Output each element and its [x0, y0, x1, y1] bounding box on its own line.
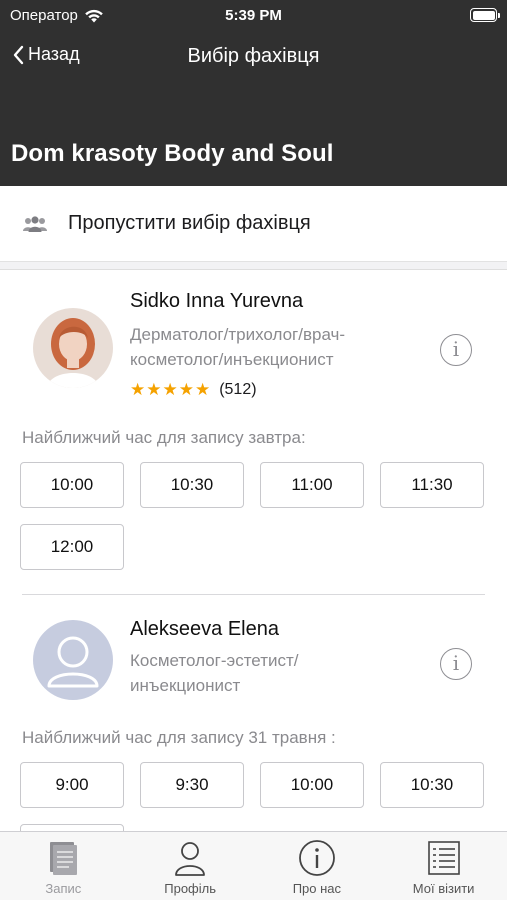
star-rating: ★★★★★ — [130, 380, 212, 399]
review-count: (512) — [219, 381, 257, 398]
specialist-role-line: Дерматолог/трихолог/врач- — [130, 325, 346, 344]
group-icon — [23, 215, 47, 232]
specialist-name[interactable]: Alekseeva Elena — [130, 618, 279, 641]
status-bar: Оператор 5:39 PM — [0, 0, 507, 32]
divider — [22, 594, 485, 595]
book-icon — [50, 842, 78, 875]
time-slot-button[interactable]: 11:00 — [260, 462, 364, 508]
info-icon[interactable]: i — [440, 334, 472, 366]
time-slot-button[interactable]: 12:00 — [20, 524, 124, 570]
tab-booking[interactable]: Запис — [0, 832, 127, 900]
avatar[interactable] — [33, 620, 113, 700]
time-slot-button[interactable]: 9:00 — [20, 762, 124, 808]
tab-label: Профіль — [164, 881, 216, 896]
list-icon — [427, 841, 460, 875]
specialist-role-line: косметолог/инъекционист — [130, 350, 334, 369]
tab-label: Про нас — [292, 881, 342, 896]
status-time: 5:39 PM — [225, 7, 282, 24]
skip-specialist-row[interactable]: Пропустити вибір фахівця — [0, 186, 507, 262]
specialist-role: Дерматолог/трихолог/врач- косметолог/инъ… — [130, 322, 420, 372]
time-slot-button[interactable]: 10:00 — [20, 462, 124, 508]
specialist-role-line: Косметолог-эстетист/ — [130, 651, 299, 670]
person-icon — [175, 842, 206, 876]
section-separator — [0, 262, 507, 270]
page-title: Вибір фахівця — [187, 45, 320, 67]
battery-icon — [470, 8, 500, 22]
avatar-photo — [33, 308, 113, 388]
rating: ★★★★★ (512) — [130, 380, 257, 400]
time-slot-button[interactable]: 11:30 — [380, 462, 484, 508]
info-icon — [298, 840, 335, 876]
specialist-role-line: инъекционист — [130, 676, 241, 695]
time-slot-button[interactable]: 10:00 — [260, 762, 364, 808]
time-slot-button[interactable]: 10:30 — [140, 462, 244, 508]
specialist-name[interactable]: Sidko Inna Yurevna — [130, 290, 303, 313]
tab-my-visits[interactable]: Мої візити — [380, 832, 507, 900]
skip-label: Пропустити вибір фахівця — [68, 212, 311, 234]
tab-about[interactable]: Про нас — [254, 832, 381, 900]
salon-name: Dom krasoty Body and Soul — [11, 140, 334, 167]
tab-label: Запис — [45, 881, 82, 896]
tab-label: Мої візити — [412, 881, 475, 896]
time-slot-button[interactable]: 9:30 — [140, 762, 244, 808]
avatar-placeholder-icon — [33, 620, 113, 700]
slots-caption: Найближчий час для запису завтра: — [22, 428, 306, 447]
specialist-role: Косметолог-эстетист/ инъекционист — [130, 648, 420, 698]
avatar[interactable] — [33, 308, 113, 388]
info-icon[interactable]: i — [440, 648, 472, 680]
tab-profile[interactable]: Профіль — [127, 832, 254, 900]
time-slot-button[interactable]: 10:30 — [380, 762, 484, 808]
header: Оператор 5:39 PM Назад Вибір фахівця Dom… — [0, 0, 507, 186]
tab-bar: Запис Профіль Про нас Мої візити — [0, 831, 507, 900]
slots-caption: Найближчий час для запису 31 травня : — [22, 728, 336, 747]
